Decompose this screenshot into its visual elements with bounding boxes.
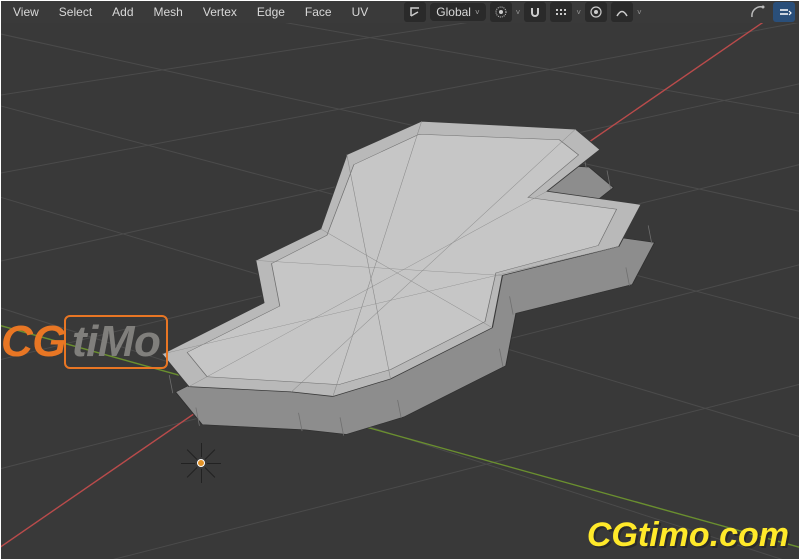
menu-vertex[interactable]: Vertex: [195, 3, 245, 21]
proportional-toggle[interactable]: [585, 2, 607, 22]
transform-orientation-icon[interactable]: [404, 2, 426, 22]
pivot-point-dropdown[interactable]: [490, 2, 512, 22]
menu-uv[interactable]: UV: [344, 3, 377, 21]
proportional-curve-dropdown[interactable]: [611, 2, 633, 22]
header-settings-dropdown[interactable]: [773, 2, 795, 22]
menu-mesh[interactable]: Mesh: [146, 3, 191, 21]
arc-icon[interactable]: [747, 2, 769, 22]
orientation-label: Global: [436, 5, 471, 19]
orientation-dropdown[interactable]: Global ˅: [430, 3, 485, 21]
snap-settings-dropdown[interactable]: [550, 2, 572, 22]
menu-select[interactable]: Select: [51, 3, 100, 21]
snap-chevron-icon[interactable]: ˅: [576, 8, 581, 17]
menu-add[interactable]: Add: [104, 3, 141, 21]
chevron-down-icon: ˅: [475, 8, 480, 17]
viewport-grid: [1, 23, 799, 559]
menu-view[interactable]: View: [5, 3, 47, 21]
menu-face[interactable]: Face: [297, 3, 340, 21]
pivot-chevron-icon[interactable]: ˅: [516, 8, 521, 17]
menu-edge[interactable]: Edge: [249, 3, 293, 21]
viewport-3d[interactable]: CG tiMo CGtimo.com: [1, 23, 799, 559]
snap-toggle[interactable]: [524, 2, 546, 22]
editor-header: View Select Add Mesh Vertex Edge Face UV…: [1, 1, 799, 23]
proportional-chevron-icon[interactable]: ˅: [637, 8, 642, 17]
